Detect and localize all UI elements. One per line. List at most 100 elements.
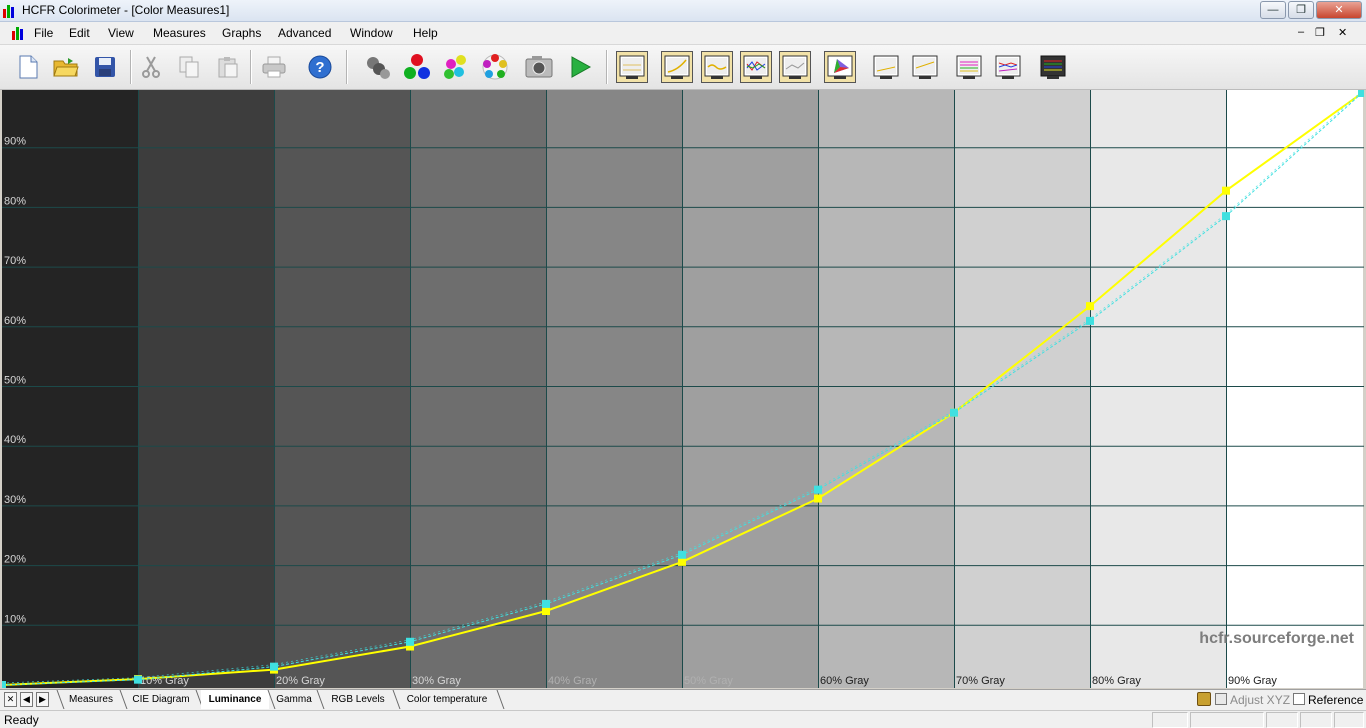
data-point: [1222, 186, 1230, 195]
y-tick-label: 90%: [4, 136, 26, 148]
document-icon: [12, 26, 26, 40]
close-view-button[interactable]: ✕: [4, 692, 17, 707]
data-point: [542, 607, 550, 615]
data-point: [950, 408, 958, 417]
gray-band: [954, 90, 1091, 688]
mdi-close-button[interactable]: ✕: [1338, 26, 1347, 39]
save-icon[interactable]: [89, 51, 121, 83]
sensor-icon[interactable]: [362, 51, 394, 83]
tab-rgb-levels[interactable]: RGB Levels: [324, 690, 392, 709]
mdi-restore-button[interactable]: ❐: [1315, 26, 1325, 39]
reference-label: Reference: [1308, 693, 1364, 707]
menu-advanced[interactable]: Advanced: [278, 26, 331, 40]
x-tick-label: 80% Gray: [1092, 675, 1141, 687]
svg-text:?: ?: [315, 59, 324, 76]
print-icon[interactable]: [258, 51, 290, 83]
menu-file[interactable]: File: [34, 26, 53, 40]
adjust-xyz-checkbox[interactable]: [1215, 693, 1227, 705]
open-folder-icon[interactable]: [50, 51, 82, 83]
help-icon[interactable]: ?: [304, 51, 336, 83]
primary-colors-icon[interactable]: [401, 51, 433, 83]
tab-bar: ✕ ◀ ▶ Measures CIE Diagram Luminance Gam…: [0, 689, 1366, 710]
data-point: [814, 494, 822, 503]
minimize-button[interactable]: —: [1260, 1, 1286, 19]
y-tick-label: 70%: [4, 255, 26, 267]
toolbar-separator: [130, 50, 132, 84]
data-point: [814, 485, 822, 494]
data-point: [1086, 316, 1094, 325]
y-tick-label: 10%: [4, 613, 26, 625]
status-bar: Ready: [0, 710, 1366, 728]
gray-band: [546, 90, 683, 688]
saturation-chart-icon[interactable]: [953, 51, 985, 83]
menu-window[interactable]: Window: [350, 26, 393, 40]
tab-measures[interactable]: Measures: [62, 690, 120, 709]
gray-band: [410, 90, 547, 688]
maximize-button[interactable]: ❐: [1288, 1, 1314, 19]
tab-color-temperature[interactable]: Color temperature: [400, 690, 494, 709]
gamma-chart-icon[interactable]: [701, 51, 733, 83]
x-tick-label: 40% Gray: [548, 675, 597, 687]
grayscale-chart-icon[interactable]: [616, 51, 648, 83]
secondary-colors-icon[interactable]: [440, 51, 472, 83]
luminance-chart-icon[interactable]: [661, 51, 693, 83]
data-point: [542, 599, 550, 608]
gray-band: [138, 90, 275, 688]
saturation-icon[interactable]: [479, 51, 511, 83]
saturation-shift-chart-icon[interactable]: [992, 51, 1024, 83]
y-tick-label: 30%: [4, 494, 26, 506]
scroll-tabs-right-button[interactable]: ▶: [36, 692, 49, 707]
luminance-graph[interactable]: 10% 20% 30% 40% 50% 60% 70% 80% 90% 10% Gray 20% G…: [2, 90, 1364, 688]
status-pane: [1266, 712, 1298, 728]
gray-band: [1090, 90, 1227, 688]
x-tick-label: 50% Gray: [684, 675, 733, 687]
new-document-icon[interactable]: [12, 51, 44, 83]
near-black-chart-icon[interactable]: [870, 51, 902, 83]
adjust-xyz-label: Adjust XYZ: [1230, 693, 1291, 707]
menu-bar: File Edit View Measures Graphs Advanced …: [0, 22, 1366, 45]
gray-band: [682, 90, 819, 688]
status-pane: [1334, 712, 1364, 728]
toolbar-separator: [346, 50, 348, 84]
toolbar-separator: [606, 50, 608, 84]
watermark: hcfr.sourceforge.net: [1199, 630, 1354, 647]
play-icon[interactable]: [564, 51, 596, 83]
x-tick-label: 30% Gray: [412, 675, 461, 687]
rgb-levels-chart-icon[interactable]: [740, 51, 772, 83]
close-button[interactable]: ✕: [1316, 1, 1362, 19]
status-text: Ready: [4, 713, 39, 727]
adjust-lock-icon: [1197, 692, 1211, 706]
menu-help[interactable]: Help: [413, 26, 438, 40]
scroll-tabs-left-button[interactable]: ◀: [20, 692, 33, 707]
menu-measures[interactable]: Measures: [153, 26, 206, 40]
copy-icon[interactable]: [173, 51, 205, 83]
near-white-chart-icon[interactable]: [909, 51, 941, 83]
reference-checkbox[interactable]: [1293, 693, 1305, 705]
tab-gamma[interactable]: Gamma: [273, 690, 315, 709]
window-title: HCFR Colorimeter - [Color Measures1]: [22, 3, 230, 17]
menu-edit[interactable]: Edit: [69, 26, 90, 40]
measures-chart-icon[interactable]: [1037, 51, 1069, 83]
tab-luminance[interactable]: Luminance: [201, 690, 269, 709]
toolbar: ?: [0, 45, 1366, 90]
color-temperature-chart-icon[interactable]: [779, 51, 811, 83]
data-point: [678, 557, 686, 566]
menu-view[interactable]: View: [108, 26, 134, 40]
y-tick-label: 50%: [4, 375, 26, 387]
gray-band: [1226, 90, 1363, 688]
paste-icon[interactable]: [212, 51, 244, 83]
camera-icon[interactable]: [523, 51, 555, 83]
gray-band: [2, 90, 139, 688]
cut-icon[interactable]: [135, 51, 167, 83]
gray-band: [818, 90, 955, 688]
menu-graphs[interactable]: Graphs: [222, 26, 261, 40]
mdi-minimize-button[interactable]: –: [1298, 26, 1304, 38]
data-point: [1358, 90, 1364, 97]
y-tick-label: 60%: [4, 315, 26, 327]
cie-diagram-icon[interactable]: [824, 51, 856, 83]
status-pane: [1190, 712, 1264, 728]
data-point: [134, 675, 142, 684]
tab-cie-diagram[interactable]: CIE Diagram: [127, 690, 195, 709]
data-point: [270, 662, 278, 671]
tab-separator: [496, 690, 505, 709]
